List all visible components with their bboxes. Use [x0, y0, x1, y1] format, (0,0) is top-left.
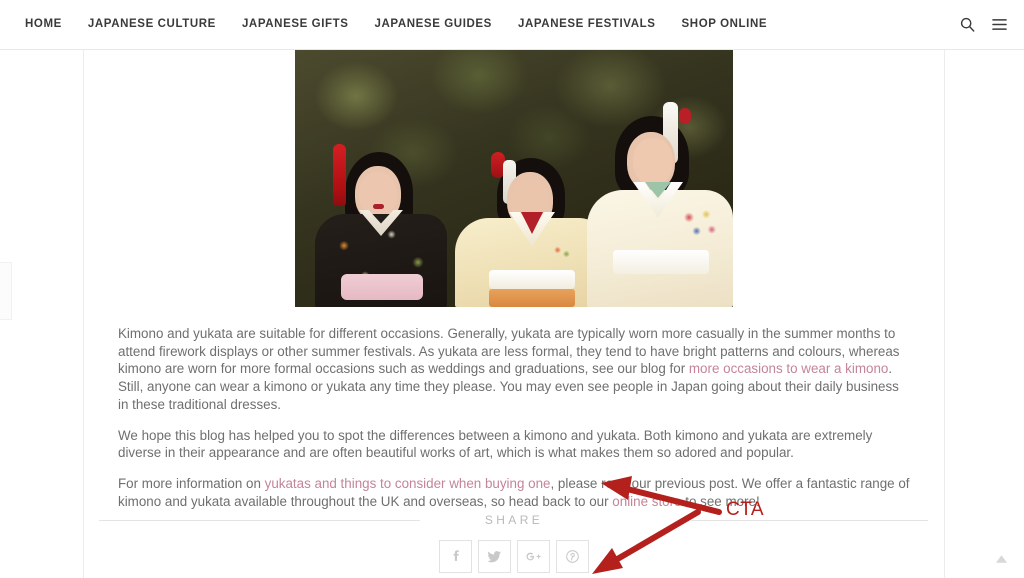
share-pinterest-button[interactable]	[556, 540, 589, 573]
kimono-woman-right	[587, 102, 733, 307]
share-googleplus-button[interactable]	[517, 540, 550, 573]
site-header: HOME JAPANESE CULTURE JAPANESE GIFTS JAP…	[0, 0, 1024, 50]
lips-left	[373, 204, 384, 209]
obi-orange-middle	[489, 289, 575, 307]
header-tools	[958, 0, 1008, 49]
article-body: Kimono and yukata are suitable for diffe…	[118, 325, 912, 510]
search-icon[interactable]	[958, 16, 976, 34]
twitter-icon	[487, 551, 502, 563]
paragraph-3-text-part-1: For more information on	[118, 475, 265, 491]
obi-white-right	[613, 250, 709, 274]
paragraph-2: We hope this blog has helped you to spot…	[118, 427, 912, 462]
face-highlight-right	[633, 138, 673, 186]
nav-japanese-culture[interactable]: JAPANESE CULTURE	[75, 0, 229, 49]
paragraph-1: Kimono and yukata are suitable for diffe…	[118, 325, 912, 414]
kimono-floral-pattern-middle	[551, 242, 573, 262]
paragraph-2-text: We hope this blog has helped you to spot…	[118, 427, 873, 461]
hair-ornament-red-left	[333, 144, 346, 206]
primary-navigation: HOME JAPANESE CULTURE JAPANESE GIFTS JAP…	[25, 0, 780, 49]
kimono-woman-left	[315, 136, 447, 307]
share-button-group	[83, 540, 945, 573]
nav-shop-online[interactable]: SHOP ONLINE	[669, 0, 781, 49]
share-twitter-button[interactable]	[478, 540, 511, 573]
share-label: SHARE	[484, 513, 544, 527]
back-to-top-button[interactable]	[992, 550, 1010, 568]
share-section: SHARE	[83, 505, 945, 578]
offscreen-widget-sliver	[0, 262, 12, 320]
nav-japanese-festivals[interactable]: JAPANESE FESTIVALS	[505, 0, 669, 49]
hamburger-menu-icon[interactable]	[990, 16, 1008, 34]
share-facebook-button[interactable]	[439, 540, 472, 573]
nav-japanese-gifts[interactable]: JAPANESE GIFTS	[229, 0, 362, 49]
google-plus-icon	[526, 552, 541, 561]
hair-ornament-red-right	[679, 108, 691, 124]
link-yukatas-things-to-consider[interactable]: yukatas and things to consider when buyi…	[265, 476, 551, 491]
nav-japanese-guides[interactable]: JAPANESE GUIDES	[362, 0, 505, 49]
obi-white-middle	[489, 270, 575, 289]
kimono-woman-middle	[455, 146, 605, 307]
link-more-occasions-to-wear-a-kimono[interactable]: more occasions to wear a kimono	[689, 361, 888, 376]
nav-home[interactable]: HOME	[25, 0, 75, 49]
chevron-up-icon	[995, 555, 1007, 563]
kimono-floral-pattern-right	[679, 206, 719, 244]
obi-pink-left	[341, 274, 423, 300]
page-root: HOME JAPANESE CULTURE JAPANESE GIFTS JAP…	[0, 0, 1024, 578]
facebook-icon	[453, 550, 459, 561]
pinterest-icon	[566, 550, 579, 563]
featured-image	[295, 50, 733, 307]
